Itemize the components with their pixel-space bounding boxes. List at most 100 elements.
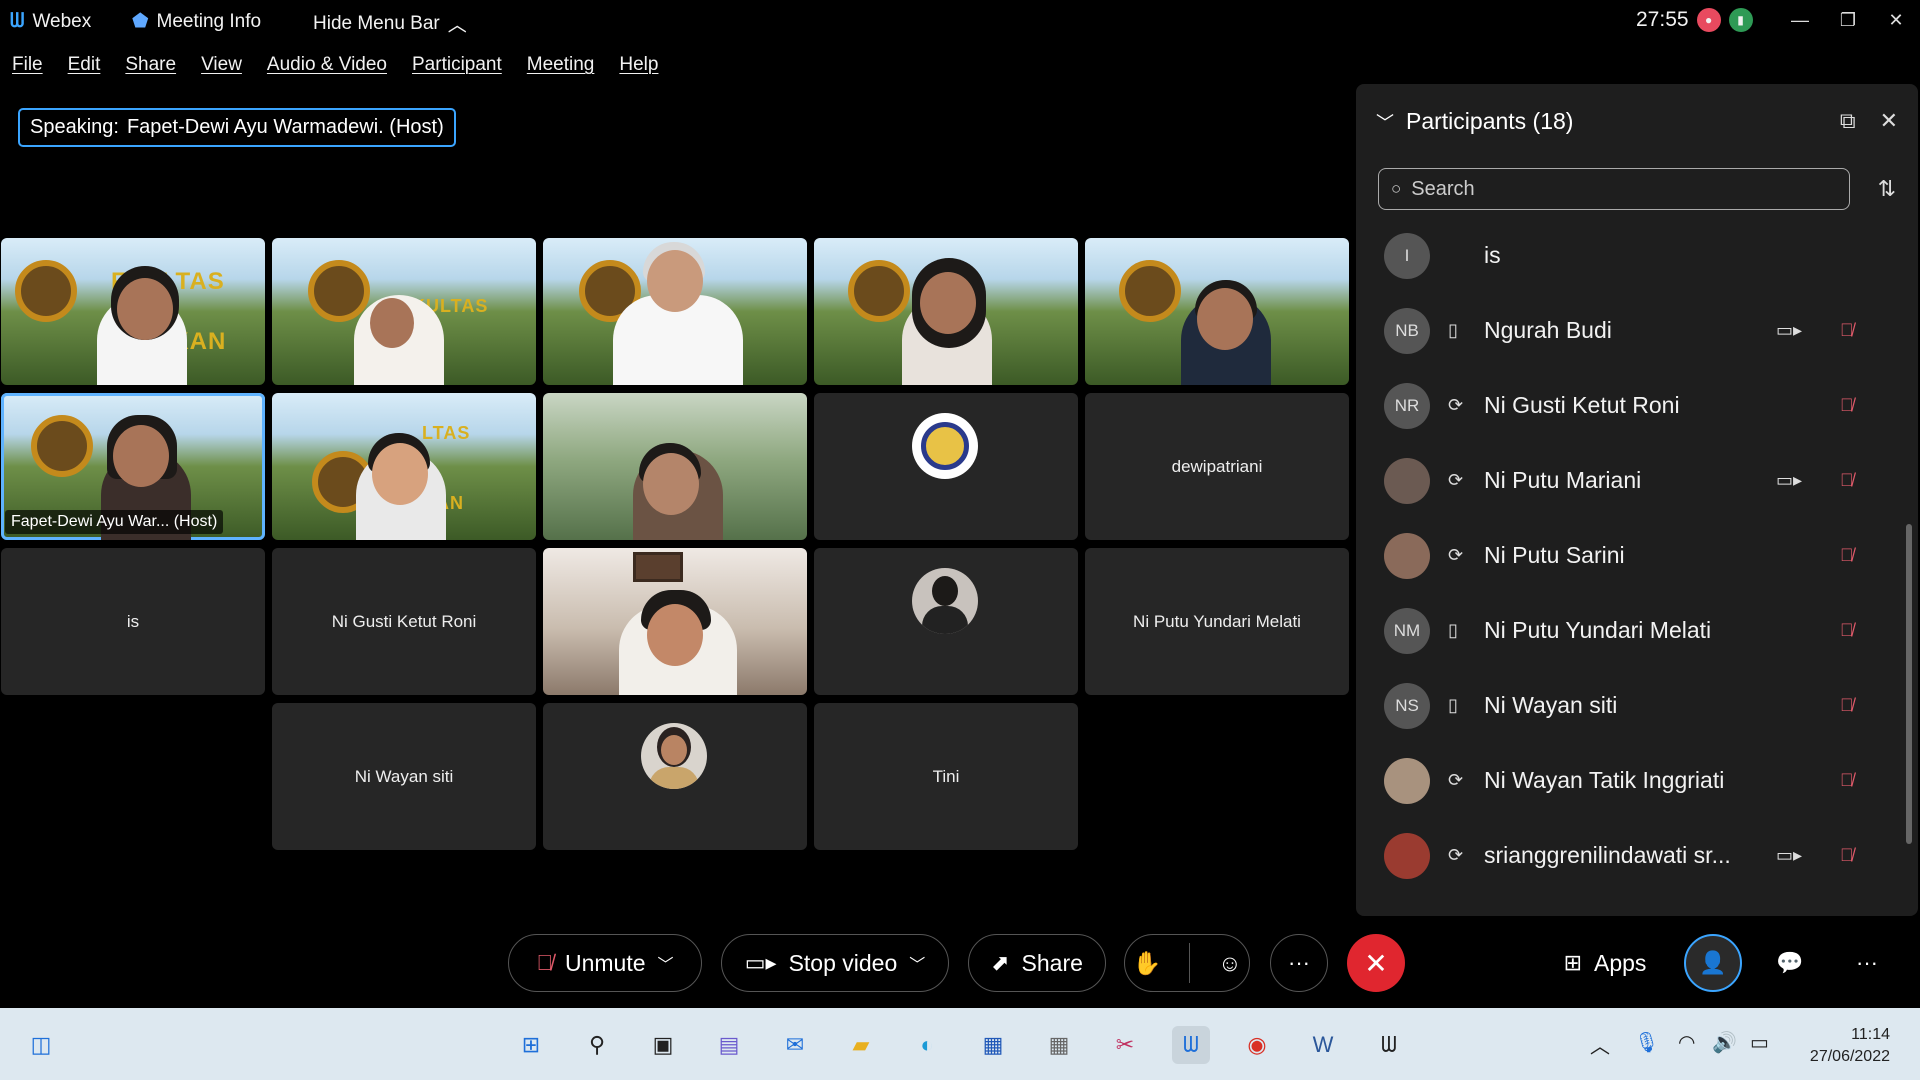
- menu-share[interactable]: Share: [125, 54, 176, 76]
- video-tile[interactable]: LTAS KAN: [272, 393, 536, 540]
- video-tile[interactable]: FA··LTAS PE··AKAN: [1, 238, 265, 385]
- muted-mic-icon[interactable]: 🎙̸: [1840, 395, 1854, 416]
- word-icon[interactable]: W: [1304, 1026, 1342, 1064]
- video-tile[interactable]: KULTAS: [272, 238, 536, 385]
- muted-mic-icon[interactable]: 🎙̸: [1840, 695, 1854, 716]
- show-hidden-icons-icon[interactable]: ︿: [1590, 1030, 1610, 1059]
- edge-icon[interactable]: ◐: [908, 1026, 946, 1064]
- store-icon[interactable]: ▦: [974, 1026, 1012, 1064]
- name-tile[interactable]: Ni Wayan siti: [272, 703, 536, 850]
- chevron-down-icon[interactable]: ﹀: [658, 951, 674, 975]
- participant-face: [370, 298, 414, 348]
- close-panel-icon[interactable]: ✕: [1880, 108, 1898, 134]
- chat-button[interactable]: 💬: [1761, 934, 1819, 992]
- participant-row[interactable]: NR ⟳ Ni Gusti Ketut Roni 🎙̸: [1356, 368, 1896, 443]
- participant-row[interactable]: NM ▯ Ni Putu Yundari Melati 🎙̸: [1356, 593, 1896, 668]
- menu-file[interactable]: File: [12, 54, 43, 76]
- participant-row[interactable]: ⟳ Ni Putu Mariani ▭▸ 🎙̸: [1356, 443, 1896, 518]
- share-button[interactable]: ⬈ Share: [968, 934, 1106, 992]
- muted-mic-icon[interactable]: 🎙̸: [1840, 320, 1854, 341]
- apps-button[interactable]: ⊞ Apps: [1540, 934, 1670, 992]
- chrome-icon[interactable]: ◉: [1238, 1026, 1276, 1064]
- calculator-icon[interactable]: ▦: [1040, 1026, 1078, 1064]
- avatar-tile[interactable]: [543, 703, 807, 850]
- snipping-tool-icon[interactable]: ✂: [1106, 1026, 1144, 1064]
- unmute-button[interactable]: 🎙̸ Unmute ﹀: [508, 934, 702, 992]
- sync-icon: ⟳: [1448, 770, 1464, 790]
- video-tile[interactable]: [543, 548, 807, 695]
- menu-view[interactable]: View: [201, 54, 242, 76]
- participant-row[interactable]: ⟳ Ni Wayan Tatik Inggriati 🎙̸: [1356, 743, 1896, 818]
- name-tile[interactable]: dewipatriani: [1085, 393, 1349, 540]
- restore-icon[interactable]: ❐: [1824, 0, 1872, 40]
- participant-row[interactable]: NB ▯ Ngurah Budi ▭▸ 🎙̸: [1356, 293, 1896, 368]
- name-tile[interactable]: Ni Gusti Ketut Roni: [272, 548, 536, 695]
- participant-row[interactable]: NS ▯ Ni Wayan siti 🎙̸: [1356, 668, 1896, 743]
- menu-participant[interactable]: Participant: [412, 54, 502, 76]
- microphone-in-use-icon[interactable]: 🎙: [1634, 1030, 1659, 1055]
- file-explorer-icon[interactable]: ▰: [842, 1026, 880, 1064]
- sort-icon[interactable]: ⇅: [1878, 176, 1896, 202]
- webex-meetings-icon[interactable]: ᗯ: [1370, 1026, 1408, 1064]
- name-tile[interactable]: Tini: [814, 703, 1078, 850]
- avatar-tile[interactable]: [814, 548, 1078, 695]
- participants-header[interactable]: ﹀ Participants (18): [1376, 108, 1573, 135]
- camera-icon: ▭▸: [1776, 320, 1803, 340]
- participant-face: [117, 278, 173, 340]
- system-clock[interactable]: 11:14 27/06/2022: [1810, 1024, 1890, 1068]
- participants-toggle-button[interactable]: 👤: [1684, 934, 1742, 992]
- video-tile[interactable]: [1085, 238, 1349, 385]
- app-name: Webex: [32, 10, 92, 32]
- avatar-tile[interactable]: [814, 393, 1078, 540]
- network-stats-icon[interactable]: ▮: [1728, 8, 1753, 32]
- muted-mic-icon[interactable]: 🎙̸: [1840, 620, 1854, 641]
- participant-row[interactable]: ⟳ Ni Putu Sarini 🎙̸: [1356, 518, 1896, 593]
- phone-icon: ▯: [1448, 320, 1458, 340]
- speaking-name: Fapet-Dewi Ayu Warmadewi. (Host): [126, 116, 444, 138]
- close-window-icon[interactable]: ✕: [1872, 0, 1920, 40]
- participant-search-input[interactable]: ○ Search: [1378, 168, 1850, 210]
- participant-row[interactable]: I is: [1356, 218, 1896, 293]
- reaction-icon[interactable]: ☺: [1218, 950, 1241, 977]
- widgets-icon[interactable]: ▣: [644, 1026, 682, 1064]
- chevron-down-icon[interactable]: ﹀: [909, 951, 925, 975]
- more-options-button[interactable]: ···: [1270, 934, 1328, 992]
- muted-mic-icon[interactable]: 🎙̸: [1840, 845, 1854, 866]
- video-tile[interactable]: [543, 393, 807, 540]
- teams-chat-icon[interactable]: ▤: [710, 1026, 748, 1064]
- name-tile[interactable]: is: [1, 548, 265, 695]
- more-panels-button[interactable]: ···: [1838, 934, 1896, 992]
- muted-mic-icon[interactable]: 🎙̸: [1840, 545, 1854, 566]
- host-video-tile[interactable]: Fapet-Dewi Ayu War... (Host): [1, 393, 265, 540]
- hide-menu-bar-button[interactable]: Hide Menu Bar ︿: [313, 10, 467, 37]
- clock-date: 27/06/2022: [1809, 1048, 1890, 1065]
- video-tile[interactable]: [814, 238, 1078, 385]
- meeting-info-button[interactable]: ⬟ Meeting Info: [132, 10, 261, 33]
- minimize-icon[interactable]: —: [1776, 0, 1824, 40]
- participant-list-scrollbar[interactable]: [1906, 524, 1912, 844]
- muted-mic-icon[interactable]: 🎙̸: [1840, 470, 1854, 491]
- mail-icon[interactable]: ✉: [776, 1026, 814, 1064]
- menu-help[interactable]: Help: [619, 54, 658, 76]
- search-icon[interactable]: ⚲: [578, 1026, 616, 1064]
- battery-icon[interactable]: ▭: [1750, 1030, 1769, 1055]
- menu-audio-video[interactable]: Audio & Video: [267, 54, 387, 76]
- muted-mic-icon[interactable]: 🎙̸: [1840, 770, 1854, 791]
- participant-row[interactable]: ⟳ srianggrenilindawati sr... ▭▸ 🎙̸: [1356, 818, 1896, 893]
- recording-icon[interactable]: ●: [1696, 8, 1721, 32]
- task-view-icon[interactable]: ◫: [22, 1026, 60, 1064]
- menu-edit[interactable]: Edit: [68, 54, 101, 76]
- wifi-icon[interactable]: ◠: [1678, 1030, 1695, 1055]
- start-icon[interactable]: ⊞: [512, 1026, 550, 1064]
- volume-icon[interactable]: 🔊: [1712, 1030, 1737, 1055]
- pop-out-icon[interactable]: ⧉: [1840, 108, 1856, 134]
- webex-taskbar-icon[interactable]: ᗯ: [1172, 1026, 1210, 1064]
- name-tile[interactable]: Ni Putu Yundari Melati: [1085, 548, 1349, 695]
- clock-time: 11:14: [1851, 1026, 1890, 1043]
- menu-meeting[interactable]: Meeting: [527, 54, 595, 76]
- leave-meeting-button[interactable]: ✕: [1347, 934, 1405, 992]
- video-tile[interactable]: [543, 238, 807, 385]
- raise-hand-icon[interactable]: ✋: [1132, 950, 1161, 977]
- stop-video-button[interactable]: ▭▸ Stop video ﹀: [721, 934, 949, 992]
- chevron-down-icon[interactable]: ﹀: [1376, 109, 1394, 135]
